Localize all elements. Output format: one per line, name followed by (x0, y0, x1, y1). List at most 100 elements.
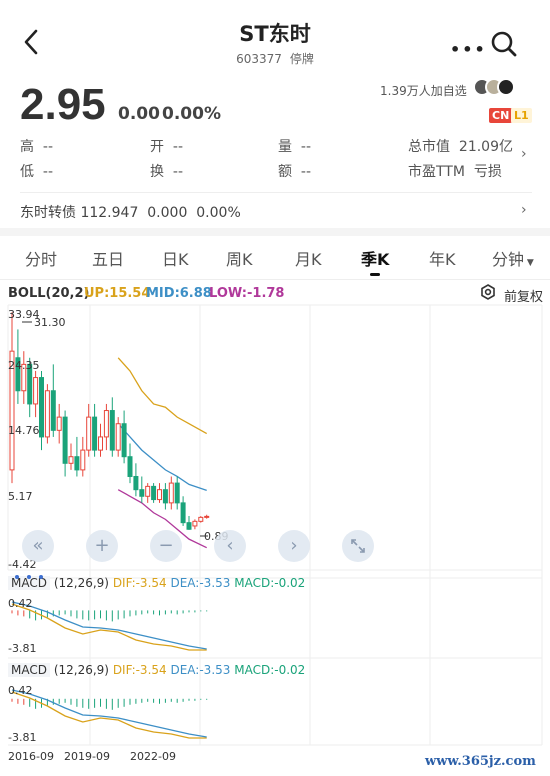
candle-body (80, 449, 86, 471)
chevron-right-icon[interactable]: › (521, 202, 527, 218)
candle-body (204, 515, 210, 518)
stat-low: 低 -- (20, 164, 54, 180)
candle-body (115, 423, 121, 451)
price-change-pct: 0.00% (162, 104, 221, 124)
dea-line (11, 601, 207, 650)
x-tick-label: 2016-09 (8, 750, 54, 763)
tab-five-day[interactable]: 五日 (92, 246, 124, 270)
tab-intraday[interactable]: 分时 (25, 246, 57, 270)
candle-body (121, 423, 127, 458)
stat-high: 高 -- (20, 139, 54, 155)
macd-panel-2 (11, 689, 208, 739)
macd-2-legend[interactable]: MACD (12,26,9) DIF:-3.54 DEA:-3.53 MACD:… (8, 663, 305, 677)
tab-daily-k[interactable]: 日K (162, 246, 189, 270)
scroll-right-icon[interactable]: › (278, 530, 310, 562)
divider (0, 279, 550, 280)
tab-yearly-k[interactable]: 年K (429, 246, 456, 270)
y-tick-label: 14.76 (8, 424, 40, 437)
rewind-icon[interactable]: « (22, 530, 54, 562)
tab-weekly-k[interactable]: 周K (226, 246, 253, 270)
candle-body (92, 416, 98, 451)
bond-change: 0.000 (147, 205, 188, 221)
dea-line (11, 689, 207, 738)
bond-pct: 0.00% (196, 205, 241, 221)
macd-1-bottom: -3.81 (8, 642, 37, 655)
boll-upper-line (117, 357, 208, 435)
candle-body (50, 390, 56, 431)
candle-body (44, 390, 50, 438)
candle-body (68, 456, 74, 464)
candle-body (157, 489, 162, 501)
divider (20, 192, 532, 193)
candle-body (133, 475, 139, 491)
followers-count[interactable]: 1.39万人加自选 (380, 82, 467, 99)
boll-mid: MID:6.88 (146, 286, 212, 301)
section-gap (0, 228, 550, 236)
stock-status: 停牌 (289, 52, 314, 66)
candle-body (62, 416, 68, 464)
stat-turnover: 换 -- (150, 164, 184, 180)
active-tab-indicator (370, 273, 380, 276)
fullscreen-icon[interactable] (342, 530, 374, 562)
chevron-right-icon[interactable]: › (521, 146, 527, 162)
x-tick-label: 2022-09 (130, 750, 176, 763)
candle-body (33, 377, 39, 405)
tab-minute[interactable]: 分钟 ▼ (492, 246, 534, 270)
candle-body (56, 416, 62, 431)
convertible-bond-row[interactable]: 东时转债 112.947 0.000 0.00% (20, 202, 241, 222)
page-dots (14, 565, 54, 584)
stat-open: 开 -- (150, 139, 184, 155)
candle-body (103, 410, 109, 438)
chart-grid (7, 304, 543, 746)
boll-low: LOW:-1.78 (209, 286, 285, 301)
bond-name: 东时转债 (20, 205, 76, 221)
x-tick-label: 2019-09 (64, 750, 110, 763)
candle-body (109, 410, 115, 451)
candle-body (192, 520, 198, 527)
market-badge-cn: CN (489, 108, 513, 123)
level-badge-l1: L1 (511, 108, 532, 123)
candle-body (162, 489, 168, 504)
stat-market-cap: 总市值 21.09亿 (408, 139, 513, 155)
candle-body (86, 416, 92, 451)
scroll-left-icon[interactable]: ‹ (214, 530, 246, 562)
avatar (497, 78, 515, 96)
boll-label[interactable]: BOLL(20,2) (8, 286, 90, 301)
candlestick-chart[interactable]: 33.94 24.35 14.76 5.17 -4.42 31.30 0.89 … (0, 300, 550, 776)
candle-body (145, 485, 151, 497)
candle-body (168, 482, 174, 504)
y-tick-label: 5.17 (8, 490, 33, 503)
macd-2-top: 0.42 (8, 684, 33, 697)
candle-body (139, 489, 145, 497)
macd-panel-1 (11, 601, 208, 651)
candle-body (74, 456, 80, 471)
candle-body (127, 456, 133, 477)
candle-body (198, 516, 204, 522)
dropdown-arrow-icon: ▼ (524, 258, 534, 268)
y-tick-label: 24.35 (8, 359, 40, 372)
candles (9, 312, 210, 530)
tab-monthly-k[interactable]: 月K (295, 246, 322, 270)
candle-body (151, 485, 157, 501)
high-marker-label: 31.30 (34, 316, 66, 329)
period-tabs: 分时 五日 日K 周K 月K 季K 年K 分钟 ▼ (0, 246, 550, 270)
zoom-out-icon[interactable]: − (150, 530, 182, 562)
macd-2-bottom: -3.81 (8, 731, 37, 744)
bond-price: 112.947 (80, 205, 139, 221)
watermark-logo: www.365jz.com (425, 754, 536, 769)
tab-quarterly-k[interactable]: 季K (361, 246, 389, 270)
stat-volume: 量 -- (278, 139, 312, 155)
follower-avatars[interactable] (473, 78, 517, 98)
search-icon[interactable] (490, 30, 518, 62)
stock-code: 603377 (236, 52, 282, 66)
macd-1-top: 0.42 (8, 597, 33, 610)
candle-body (180, 502, 186, 524)
candle-body (39, 377, 44, 438)
more-dots-icon[interactable]: ••• (450, 40, 487, 59)
candle-body (174, 482, 180, 504)
boll-up: UP:15.54 (84, 286, 151, 301)
candle-body (186, 522, 192, 530)
stat-pe-ttm: 市盈TTM 亏损 (408, 164, 502, 180)
boll-lines (117, 357, 208, 549)
zoom-in-icon[interactable]: + (86, 530, 118, 562)
